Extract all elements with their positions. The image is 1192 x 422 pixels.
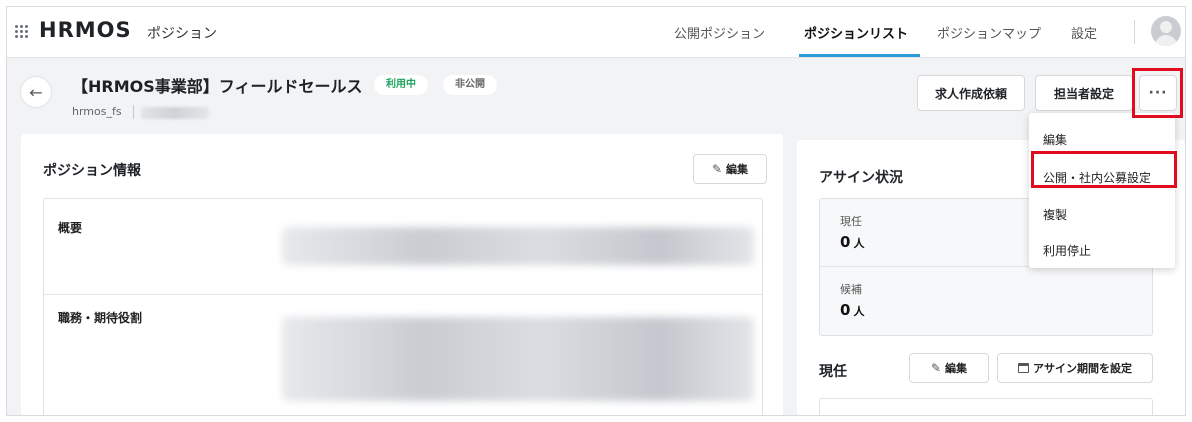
candidate-label: 候補 bbox=[840, 283, 862, 296]
menu-item-edit[interactable]: 編集 bbox=[1043, 131, 1067, 148]
product-name: ポジション bbox=[147, 26, 217, 42]
position-info-title: ポジション情報 bbox=[43, 163, 141, 179]
highlight-publish-settings bbox=[1031, 151, 1177, 188]
set-period-button[interactable]: アサイン期間を設定 bbox=[997, 353, 1153, 383]
nav-public-positions[interactable]: 公開ポジション bbox=[674, 23, 765, 42]
user-avatar[interactable] bbox=[1151, 16, 1181, 46]
menu-item-duplicate[interactable]: 複製 bbox=[1043, 206, 1067, 223]
info-edit-label: 編集 bbox=[726, 163, 749, 176]
position-code: hrmos_fs bbox=[72, 105, 122, 118]
current-section-title: 現任 bbox=[819, 364, 847, 380]
redacted-summary bbox=[282, 227, 754, 265]
nav-position-map[interactable]: ポジションマップ bbox=[937, 23, 1041, 42]
menu-item-deactivate[interactable]: 利用停止 bbox=[1043, 242, 1091, 259]
back-arrow-icon[interactable]: ← bbox=[20, 76, 52, 108]
set-period-label: アサイン期間を設定 bbox=[1033, 362, 1132, 375]
visibility-badge: 非公開 bbox=[443, 75, 497, 95]
more-options-menu: 編集 公開・社内公募設定 複製 利用停止 bbox=[1029, 113, 1175, 268]
top-navigation-bar: HRMOS ポジション 公開ポジション ポジションリスト ポジションマップ 設定 bbox=[7, 7, 1185, 58]
info-edit-button[interactable]: ✎ 編集 bbox=[693, 154, 767, 184]
position-info-card: ポジション情報 ✎ 編集 概要 職務・期待役割 bbox=[21, 134, 783, 415]
pencil-icon: ✎ bbox=[711, 162, 723, 176]
status-badge: 利用中 bbox=[374, 75, 428, 95]
code-separator bbox=[133, 105, 134, 119]
highlight-more-button bbox=[1132, 68, 1183, 118]
current-count: 0人 bbox=[840, 233, 865, 251]
current-assignee-list bbox=[819, 398, 1153, 415]
owner-settings-button[interactable]: 担当者設定 bbox=[1035, 75, 1133, 111]
row-divider bbox=[44, 294, 762, 295]
row-label-summary: 概要 bbox=[58, 221, 83, 235]
calendar-icon bbox=[1018, 363, 1029, 373]
current-label: 現任 bbox=[840, 215, 862, 228]
info-table: 概要 職務・期待役割 bbox=[43, 198, 763, 415]
assignment-title: アサイン状況 bbox=[819, 170, 903, 186]
app-grid-icon[interactable] bbox=[15, 25, 29, 39]
redacted-text bbox=[141, 107, 209, 119]
page-title: 【HRMOS事業部】フィールドセールス bbox=[72, 77, 363, 96]
redacted-role bbox=[282, 317, 754, 401]
nav-position-list[interactable]: ポジションリスト bbox=[804, 23, 908, 42]
app-window: HRMOS ポジション 公開ポジション ポジションリスト ポジションマップ 設定… bbox=[6, 6, 1186, 416]
nav-divider bbox=[1134, 20, 1135, 44]
nav-settings[interactable]: 設定 bbox=[1071, 23, 1097, 42]
active-nav-indicator bbox=[799, 54, 920, 57]
candidate-count: 0人 bbox=[840, 301, 865, 319]
current-edit-button[interactable]: ✎ 編集 bbox=[909, 353, 989, 383]
job-request-button[interactable]: 求人作成依頼 bbox=[917, 75, 1025, 111]
pencil-icon: ✎ bbox=[930, 361, 942, 375]
row-label-role: 職務・期待役割 bbox=[58, 311, 143, 325]
brand-logo[interactable]: HRMOS bbox=[39, 18, 132, 42]
current-edit-label: 編集 bbox=[945, 362, 968, 375]
